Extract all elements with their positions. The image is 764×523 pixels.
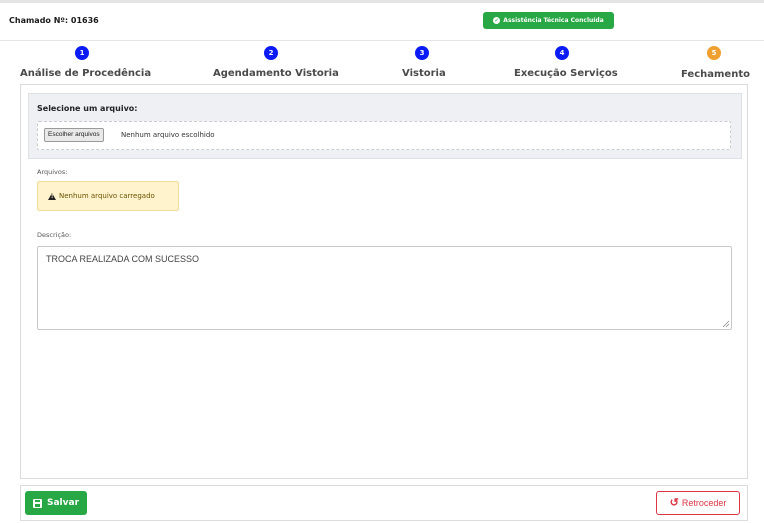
status-badge-label: Assistência Técnica Concluída — [503, 17, 604, 24]
ticket-number: Chamado Nº: 01636 — [9, 16, 99, 25]
check-circle-icon: ✓ — [493, 17, 501, 24]
footer-bar — [20, 485, 748, 521]
step-5-label: Fechamento — [681, 69, 750, 80]
step-4-label: Execução Serviços — [514, 68, 618, 79]
warning-icon — [48, 192, 56, 200]
step-3-label: Vistoria — [402, 68, 446, 79]
no-files-alert: Nenhum arquivo carregado — [37, 181, 179, 211]
status-badge: ✓ Assistência Técnica Concluída — [483, 12, 614, 29]
file-status-text: Nenhum arquivo escolhido — [121, 131, 215, 139]
undo-icon: ↺ — [669, 497, 679, 509]
choose-files-button[interactable]: Escolher arquivos — [44, 128, 104, 142]
step-3-indicator: 3 — [415, 46, 429, 60]
save-button-label: Salvar — [46, 498, 80, 508]
back-button[interactable]: ↺ Retroceder — [656, 491, 740, 515]
step-1-indicator: 1 — [75, 46, 89, 60]
resize-handle-icon[interactable] — [722, 320, 730, 328]
header-bar: Chamado Nº: 01636 ✓ Assistência Técnica … — [0, 3, 764, 41]
file-upload-title: Selecione um arquivo: — [37, 104, 138, 113]
step-1-label: Análise de Procedência — [20, 68, 152, 79]
step-5-indicator: 5 — [707, 46, 721, 60]
step-2-label: Agendamento Vistoria — [213, 68, 339, 79]
no-files-message: Nenhum arquivo carregado — [59, 192, 155, 200]
description-textarea[interactable]: TROCA REALIZADA COM SUCESSO — [37, 246, 732, 330]
description-label: Descrição: — [37, 231, 72, 239]
step-4-indicator: 4 — [555, 46, 569, 60]
save-button[interactable]: Salvar — [25, 491, 87, 515]
progress-steps: 1 Análise de Procedência 2 Agendamento V… — [0, 44, 764, 84]
floppy-disk-icon — [32, 498, 42, 508]
step-2-indicator: 2 — [264, 46, 278, 60]
back-button-label: Retroceder — [681, 498, 727, 508]
files-label: Arquivos: — [37, 168, 68, 176]
